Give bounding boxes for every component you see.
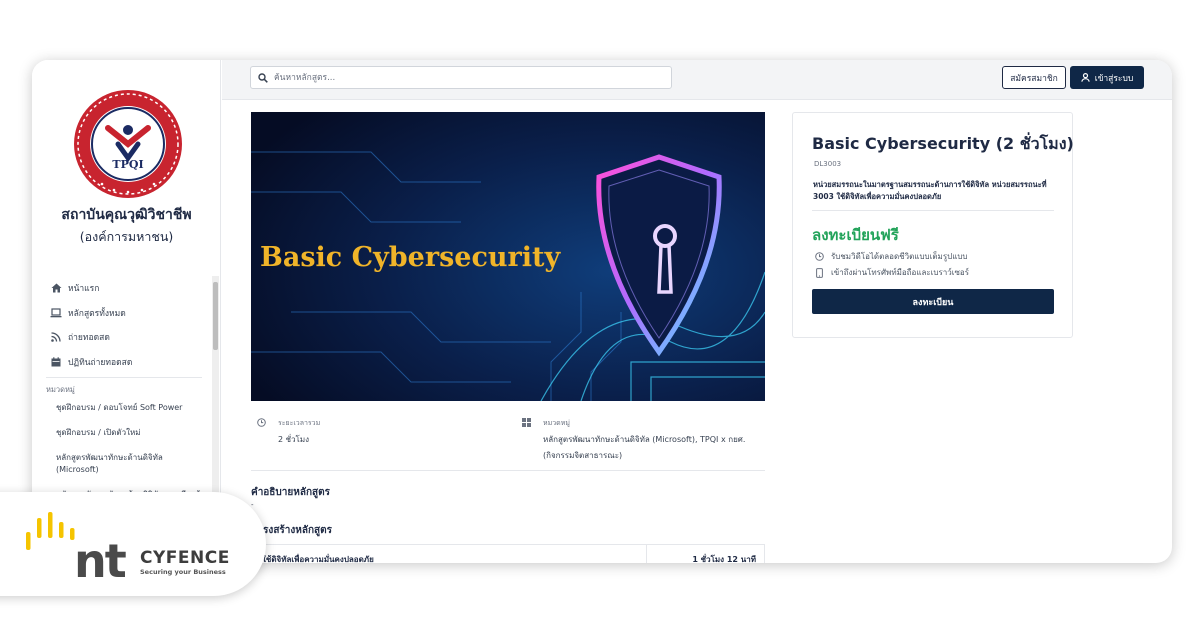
tpqi-logo[interactable]: TPQI: [72, 88, 184, 200]
rss-icon: [50, 331, 62, 343]
feature-text: เข้าถึงผ่านโทรศัพท์มือถือและเบราว์เซอร์: [831, 268, 970, 277]
course-title: Basic Cybersecurity (2 ชั่วโมง): [812, 134, 1074, 153]
feature-text: รับชมวิดีโอได้ตลอดชีวิตแบบเต็มรูปแบบ: [831, 252, 968, 261]
course-banner: Basic Cybersecurity: [251, 112, 765, 401]
calendar-icon: [50, 356, 62, 368]
course-description: หน่วยสมรรถนะในมาตรฐานสมรรถนะด้านการใช้ดิ…: [813, 180, 1047, 201]
search-input[interactable]: [274, 72, 654, 83]
card-divider: [812, 210, 1054, 211]
price-label: ลงทะเบียนฟรี: [812, 226, 899, 244]
category-heading: หมวดหมู่: [46, 385, 75, 394]
meta-divider: [251, 470, 765, 471]
category-item[interactable]: หลักสูตรพัฒนาทักษะด้านดิจิทัล (Microsoft…: [56, 452, 206, 476]
clock-icon: [257, 418, 266, 446]
grid-icon: [522, 418, 531, 462]
feature-lifetime: รับชมวิดีโอได้ตลอดชีวิตแบบเต็มรูปแบบ: [813, 250, 968, 263]
institute-name: สถาบันคุณวุฒิวิชาชีพ: [61, 207, 192, 223]
search-icon: [258, 68, 268, 87]
structure-row[interactable]: ใช้ดิจิทัลเพื่อความมั่นคงปลอดภัย 1 ชั่วโ…: [251, 544, 765, 563]
top-header: สมัครสมาชิก เข้าสู่ระบบ: [222, 60, 1172, 100]
description-title: คำอธิบายหลักสูตร: [251, 487, 330, 498]
category-item[interactable]: ชุดฝึกอบรม / เปิดตัวใหม่: [56, 427, 206, 439]
sidebar-nav: หน้าแรก หลักสูตรทั้งหมด ถ่ายทอดสด ปฏิทิน…: [50, 276, 210, 374]
user-icon: [1080, 73, 1090, 82]
enroll-button[interactable]: ลงทะเบียน: [812, 289, 1054, 314]
search-box[interactable]: [250, 66, 672, 89]
browser-window: TPQI สถาบันคุณวุฒิวิชาชีพ (องค์การมหาชน)…: [32, 60, 1172, 563]
structure-separator: [646, 545, 647, 563]
mobile-icon: [813, 267, 825, 278]
login-label: เข้าสู่ระบบ: [1094, 73, 1134, 84]
sidebar-item-label: ปฏิทินถ่ายทอดสด: [68, 357, 133, 368]
structure-item-name: ใช้ดิจิทัลเพื่อความมั่นคงปลอดภัย: [262, 555, 374, 563]
home-icon: [50, 282, 62, 294]
sidebar-divider: [46, 377, 202, 378]
sidebar-item-label: หลักสูตรทั้งหมด: [68, 308, 126, 319]
sidebar-item-all-courses[interactable]: หลักสูตรทั้งหมด: [50, 301, 210, 326]
duration-meta: ระยะเวลารวม 2 ชั่วโมง: [257, 418, 320, 446]
institute-type: (องค์การมหาชน): [79, 229, 174, 244]
sidebar-item-live-calendar[interactable]: ปฏิทินถ่ายทอดสด: [50, 350, 210, 375]
course-card: Basic Cybersecurity (2 ชั่วโมง) DL3003 ห…: [792, 112, 1074, 338]
brand-mark: nt: [74, 534, 127, 588]
clock-icon: [813, 252, 825, 261]
category-value-cont: (กิจกรรมจิตสาธารณะ): [543, 451, 623, 460]
sidebar-item-live[interactable]: ถ่ายทอดสด: [50, 325, 210, 350]
brand-name: CYFENCE: [140, 548, 230, 568]
logo-text: TPQI: [112, 158, 143, 171]
sidebar: TPQI สถาบันคุณวุฒิวิชาชีพ (องค์การมหาชน)…: [32, 60, 221, 563]
login-button[interactable]: เข้าสู่ระบบ: [1070, 66, 1144, 89]
sidebar-item-home[interactable]: หน้าแรก: [50, 276, 210, 301]
banner-title: Basic Cybersecurity: [260, 242, 561, 273]
laptop-icon: [50, 307, 62, 319]
category-value: หลักสูตรพัฒนาทักษะด้านดิจิทัล (Microsoft…: [543, 435, 746, 444]
course-code: DL3003: [814, 160, 842, 168]
sidebar-scrollbar-thumb[interactable]: [213, 282, 218, 350]
feature-mobile: เข้าถึงผ่านโทรศัพท์มือถือและเบราว์เซอร์: [813, 266, 969, 279]
sidebar-item-label: ถ่ายทอดสด: [68, 333, 110, 344]
category-item[interactable]: ชุดฝึกอบรม / ดอบโจทย์ Soft Power: [56, 402, 206, 414]
duration-value: 2 ชั่วโมง: [278, 435, 310, 444]
category-label: หมวดหมู่: [543, 419, 570, 427]
duration-label: ระยะเวลารวม: [278, 419, 321, 427]
structure-item-duration: 1 ชั่วโมง 12 นาที: [692, 555, 756, 563]
category-meta: หมวดหมู่ หลักสูตรพัฒนาทักษะด้านดิจิทัล (…: [522, 418, 745, 462]
register-button[interactable]: สมัครสมาชิก: [1002, 66, 1066, 89]
brand-tagline: Securing your Business: [140, 568, 226, 576]
sidebar-item-label: หน้าแรก: [68, 284, 100, 295]
